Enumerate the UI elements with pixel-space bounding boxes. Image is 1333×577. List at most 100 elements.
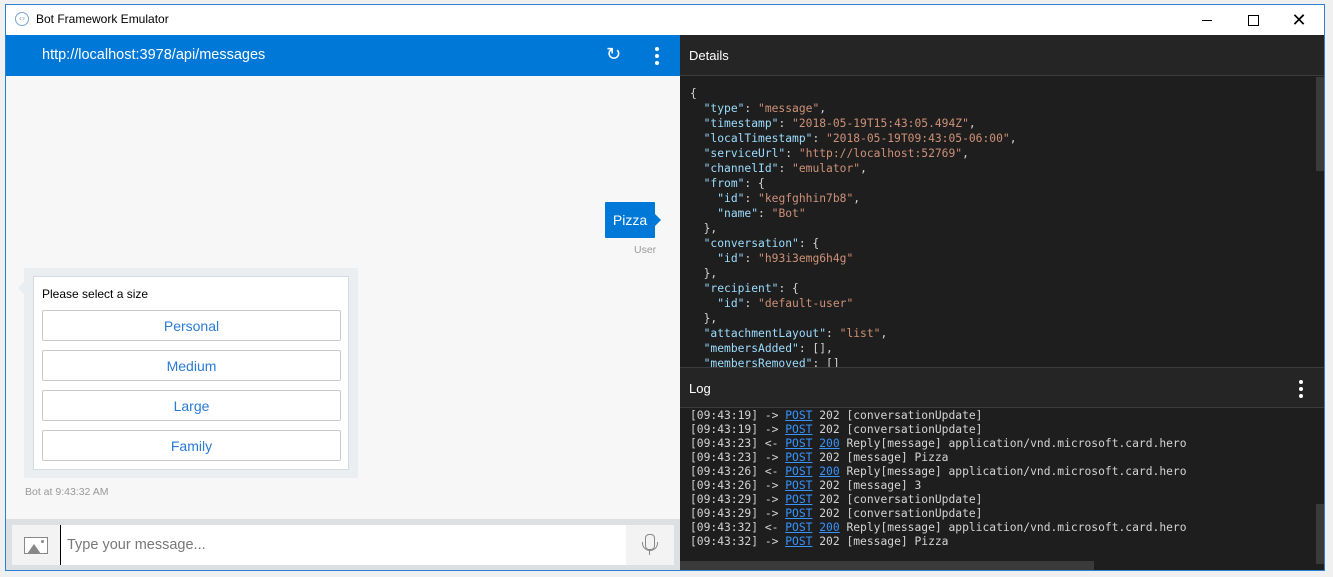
json-line: }, xyxy=(690,266,1314,281)
log-text: Reply[message] application/vnd.microsoft… xyxy=(839,465,1187,478)
json-line: "type": "message", xyxy=(690,101,1314,116)
maximize-icon xyxy=(1247,14,1259,26)
card-button-personal[interactable]: Personal xyxy=(42,310,341,341)
log-status: 202 xyxy=(819,451,840,464)
message-input[interactable] xyxy=(60,525,626,565)
json-key: "timestamp" xyxy=(703,117,779,130)
log-horizontal-scrollbar[interactable] xyxy=(680,561,1314,570)
log-status[interactable]: 200 xyxy=(819,521,839,534)
image-icon xyxy=(24,536,48,554)
json-punct: , xyxy=(853,192,861,205)
log-method-link[interactable]: POST xyxy=(785,507,812,520)
log-title: Log xyxy=(689,381,711,396)
details-scrollbar-thumb[interactable] xyxy=(1316,77,1324,171)
json-punct xyxy=(690,327,704,340)
log-text: [conversationUpdate] xyxy=(839,423,983,436)
json-key: "recipient" xyxy=(703,282,779,295)
json-punct: { xyxy=(690,87,697,100)
json-key: "id" xyxy=(717,297,745,310)
json-punct: , xyxy=(819,102,827,115)
log-entry: [09:43:29] -> POST 202 [conversationUpda… xyxy=(690,507,1314,521)
json-punct: : xyxy=(744,297,759,310)
message-input-bar xyxy=(6,519,680,570)
log-view[interactable]: [09:43:19] -> POST 202 [conversationUpda… xyxy=(680,408,1314,558)
log-entry: [09:43:23] <- POST 200 Reply[message] ap… xyxy=(690,437,1314,451)
log-timestamp: [09:43:32] <- xyxy=(690,521,786,534)
minimize-button[interactable] xyxy=(1184,5,1230,35)
details-json-view[interactable]: { "type": "message", "timestamp": "2018-… xyxy=(680,77,1314,367)
inspector-panel: Details { "type": "message", "timestamp"… xyxy=(680,35,1324,570)
log-horizontal-scrollbar-thumb[interactable] xyxy=(680,561,1094,570)
json-value: "2018-05-19T15:43:05.494Z" xyxy=(792,117,969,130)
json-punct xyxy=(690,102,704,115)
details-title: Details xyxy=(689,48,729,63)
json-punct: : xyxy=(812,132,827,145)
log-entry: [09:43:19] -> POST 202 [conversationUpda… xyxy=(690,423,1314,437)
log-text: [conversationUpdate] xyxy=(839,507,983,520)
log-method-link[interactable]: POST xyxy=(785,451,812,464)
json-line: "id": "default-user" xyxy=(690,296,1314,311)
log-timestamp: [09:43:23] -> xyxy=(690,451,786,464)
log-text: [conversationUpdate] xyxy=(839,409,983,422)
log-vertical-scrollbar[interactable] xyxy=(1314,408,1324,570)
log-timestamp: [09:43:29] -> xyxy=(690,493,786,506)
emulator-window: ‹› Bot Framework Emulator ✕ http://local… xyxy=(5,4,1325,571)
json-punct xyxy=(690,342,704,355)
json-value: "list" xyxy=(839,327,881,340)
json-punct: , xyxy=(860,162,867,175)
json-punct: : { xyxy=(744,177,765,190)
log-method-link[interactable]: POST xyxy=(785,521,812,534)
json-key: "attachmentLayout" xyxy=(703,327,827,340)
log-text: [message] 3 xyxy=(839,479,922,492)
log-method-link[interactable]: POST xyxy=(785,437,812,450)
json-value: "Bot" xyxy=(771,207,806,220)
json-line: }, xyxy=(690,311,1314,326)
log-method-link[interactable]: POST xyxy=(785,535,812,548)
window-title: Bot Framework Emulator xyxy=(36,12,169,26)
json-punct xyxy=(690,147,704,160)
json-punct: }, xyxy=(690,267,718,280)
log-method-link[interactable]: POST xyxy=(785,409,812,422)
json-line: "channelId": "emulator", xyxy=(690,161,1314,176)
microphone-button[interactable] xyxy=(626,525,674,565)
json-punct: : xyxy=(758,207,772,220)
maximize-button[interactable] xyxy=(1230,5,1276,35)
card-button-family[interactable]: Family xyxy=(42,430,341,461)
details-scrollbar[interactable] xyxy=(1314,77,1324,367)
refresh-icon[interactable]: ↻ xyxy=(606,45,621,65)
card-button-medium[interactable]: Medium xyxy=(42,350,341,381)
json-value: "kegfghhin7b8" xyxy=(758,192,854,205)
user-message-label: User xyxy=(634,244,657,256)
chat-menu-icon[interactable] xyxy=(655,47,659,65)
json-punct: : { xyxy=(778,282,799,295)
log-method-link[interactable]: POST xyxy=(785,465,812,478)
log-method-link[interactable]: POST xyxy=(785,479,812,492)
json-key: "serviceUrl" xyxy=(703,147,786,160)
log-status: 202 xyxy=(819,409,840,422)
log-method-link[interactable]: POST xyxy=(785,493,812,506)
json-punct: }, xyxy=(690,312,718,325)
close-button[interactable]: ✕ xyxy=(1276,5,1322,35)
log-entry: [09:43:29] -> POST 202 [conversationUpda… xyxy=(690,493,1314,507)
log-vertical-scrollbar-thumb[interactable] xyxy=(1316,504,1324,564)
log-text: Reply[message] application/vnd.microsoft… xyxy=(839,437,1187,450)
json-line: "from": { xyxy=(690,176,1314,191)
card-button-large[interactable]: Large xyxy=(42,390,341,421)
log-status[interactable]: 200 xyxy=(819,465,839,478)
minimize-icon xyxy=(1202,19,1212,21)
log-entry: [09:43:32] <- POST 200 Reply[message] ap… xyxy=(690,521,1314,535)
json-punct: , xyxy=(1009,132,1017,145)
log-text: [conversationUpdate] xyxy=(839,493,983,506)
json-line: "membersAdded": [], xyxy=(690,341,1314,356)
log-status[interactable]: 200 xyxy=(819,437,839,450)
json-line: "name": "Bot" xyxy=(690,206,1314,221)
log-timestamp: [09:43:29] -> xyxy=(690,507,786,520)
log-menu-icon[interactable] xyxy=(1299,380,1303,398)
json-punct xyxy=(690,207,717,220)
json-key: "name" xyxy=(717,207,759,220)
json-punct xyxy=(690,162,704,175)
json-value: "default-user" xyxy=(758,297,854,310)
upload-image-button[interactable] xyxy=(12,525,60,565)
close-icon: ✕ xyxy=(1291,10,1307,30)
log-method-link[interactable]: POST xyxy=(785,423,812,436)
